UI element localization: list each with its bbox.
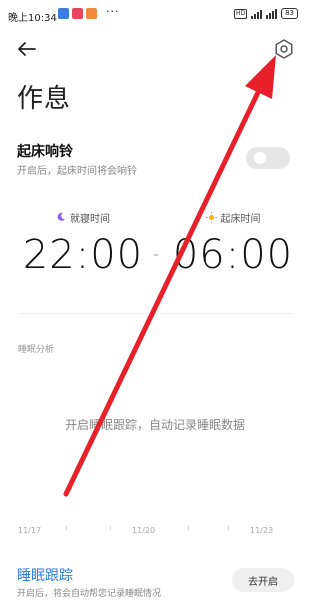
app-notification-icon: [58, 8, 69, 19]
axis-label: 11/17: [18, 526, 42, 535]
bedtime-block[interactable]: 就寝时间 22:00: [18, 210, 148, 278]
sleep-analysis-empty-text: 开启睡眠跟踪，自动记录睡眠数据: [64, 418, 245, 432]
time-separator: [154, 254, 158, 256]
alarm-subtitle: 开启后，起床时间将会响铃: [17, 166, 137, 177]
status-bar: 晚上10:34 ··· HD 83: [0, 0, 310, 26]
battery-icon: 83: [281, 8, 298, 19]
axis-label: 11/23: [250, 526, 274, 535]
alarm-title: 起床响铃: [17, 144, 73, 160]
signal-icon: [251, 9, 263, 19]
status-notification-icons: [58, 8, 97, 19]
bedtime-value: 22:00: [22, 232, 144, 278]
status-right-group: HD 83: [233, 8, 298, 19]
sleep-tracking-title[interactable]: 睡眠跟踪: [17, 565, 73, 585]
axis-label: 11/20: [132, 526, 156, 535]
gear-icon: [275, 39, 293, 59]
alarm-toggle[interactable]: [246, 147, 290, 169]
bedtime-label: 就寝时间: [70, 213, 110, 225]
enable-tracking-button[interactable]: 去开启: [232, 568, 294, 592]
app-notification-icon: [72, 8, 83, 19]
sun-icon: [205, 211, 217, 223]
sleep-chart-axis: 11/17 11/20 11/23: [18, 522, 292, 542]
section-divider: [18, 313, 292, 314]
wake-value: 06:00: [172, 232, 294, 278]
arrow-left-icon: [18, 42, 36, 56]
app-notification-icon: [86, 8, 97, 19]
back-button[interactable]: [14, 36, 40, 62]
sleep-tracking-subtitle: 开启后，将会自动帮您记录睡眠情况: [17, 589, 162, 599]
moon-icon: [57, 212, 65, 221]
sleep-analysis-label: 睡眠分析: [18, 345, 55, 355]
wake-label: 起床时间: [220, 213, 261, 225]
status-time: 晚上10:34: [8, 13, 57, 24]
axis-tick: [66, 526, 67, 530]
toggle-knob: [254, 152, 266, 164]
settings-button[interactable]: [272, 37, 296, 61]
page-title: 作息: [17, 84, 72, 114]
wake-label-row: 起床时间: [168, 210, 298, 225]
wifi-signal-icon: [266, 8, 278, 19]
wake-time-block[interactable]: 起床时间 06:00: [168, 210, 298, 278]
axis-tick: [228, 526, 229, 530]
axis-tick: [110, 526, 111, 530]
axis-tick: [188, 526, 189, 530]
status-more-indicator: ···: [106, 5, 120, 18]
bedtime-label-row: 就寝时间: [18, 210, 148, 225]
hd-badge: HD: [233, 8, 248, 19]
